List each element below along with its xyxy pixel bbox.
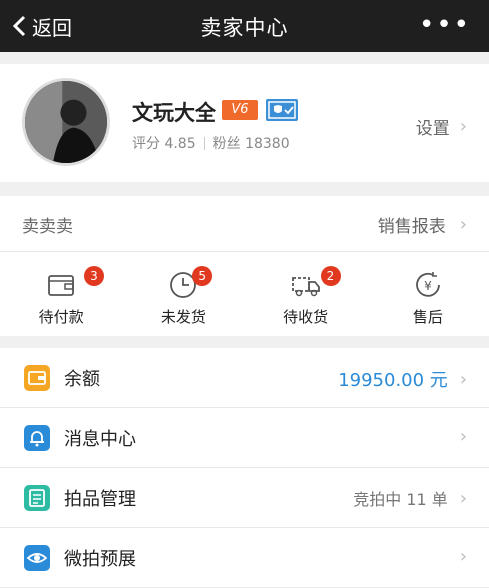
menu-label: 消息中心 xyxy=(64,429,136,450)
order-pending-payment[interactable]: 3 待付款 xyxy=(0,256,122,336)
balance-value-link[interactable]: 19950.00 元 › xyxy=(338,366,467,392)
count-badge: 3 xyxy=(84,266,104,286)
menu-list: 余额 19950.00 元 › 消息中心 › 拍品管理 竞拍中 11 单 › 微… xyxy=(0,348,489,588)
sales-report-label: 销售报表 xyxy=(377,217,446,237)
order-not-shipped[interactable]: 5 未发货 xyxy=(122,256,244,336)
eye-icon xyxy=(24,545,50,571)
settings-label: 设置 xyxy=(415,119,450,139)
count-badge: 2 xyxy=(320,266,341,286)
order-label: 售后 xyxy=(412,308,443,326)
chevron-right-icon: › xyxy=(459,214,467,235)
fans-text: 粉丝 18380 xyxy=(212,136,290,152)
avatar[interactable] xyxy=(22,78,110,166)
top-bar: 返回 卖家中心 ••• xyxy=(0,0,489,52)
wallet-icon xyxy=(24,365,50,391)
order-status-bar: 3 待付款 5 未发货 2 待收货 ¥ 售后 xyxy=(0,256,489,336)
chevron-right-icon: › xyxy=(459,116,467,137)
divider xyxy=(203,136,205,150)
truck-icon xyxy=(291,277,320,297)
order-awaiting-receipt[interactable]: 2 待收货 xyxy=(245,256,367,336)
order-label: 待付款 xyxy=(38,308,84,326)
menu-item-preview[interactable]: 微拍预展 › xyxy=(0,528,489,588)
shop-stats: 评分 4.85 粉丝 18380 xyxy=(132,133,290,153)
sell-label: 卖卖卖 xyxy=(22,217,73,237)
auction-status-link[interactable]: 竞拍中 11 单 › xyxy=(353,486,467,510)
settings-link[interactable]: 设置 › xyxy=(416,114,467,139)
order-after-sales[interactable]: ¥ 售后 xyxy=(367,256,489,336)
menu-item-lot-management[interactable]: 拍品管理 竞拍中 11 单 › xyxy=(0,468,489,528)
order-label: 待收货 xyxy=(283,308,329,326)
bell-icon xyxy=(24,425,50,451)
order-label: 未发货 xyxy=(160,308,206,326)
vip-badge: V6 xyxy=(222,100,258,120)
refund-yen-icon: ¥ xyxy=(416,272,440,297)
count-badge: 5 xyxy=(192,266,213,286)
menu-chevron[interactable]: › xyxy=(460,546,467,567)
profile-card[interactable]: 文玩大全 V6 评分 4.85 粉丝 18380 设置 › xyxy=(0,64,489,182)
menu-label: 拍品管理 xyxy=(64,489,136,510)
sales-row[interactable]: 卖卖卖 销售报表 › xyxy=(0,196,489,252)
auction-list-icon xyxy=(24,485,50,511)
sales-block: 卖卖卖 销售报表 › 3 待付款 5 未发货 2 待收货 ¥ 售后 xyxy=(0,196,489,336)
chevron-right-icon: › xyxy=(459,546,467,567)
chevron-right-icon: › xyxy=(459,487,467,509)
wallet-icon xyxy=(48,275,75,296)
menu-chevron[interactable]: › xyxy=(460,426,467,447)
rating-text: 评分 4.85 xyxy=(132,136,196,152)
auction-status: 竞拍中 11 单 xyxy=(353,490,448,509)
balance-value: 19950.00 元 xyxy=(338,370,448,391)
menu-label: 微拍预展 xyxy=(64,549,136,570)
menu-item-balance[interactable]: 余额 19950.00 元 › xyxy=(0,348,489,408)
chevron-right-icon: › xyxy=(459,426,467,447)
sales-report-link[interactable]: 销售报表 › xyxy=(378,212,467,237)
verified-shield-icon xyxy=(266,99,298,121)
page-title: 卖家中心 xyxy=(200,16,289,40)
menu-item-messages[interactable]: 消息中心 › xyxy=(0,408,489,468)
chevron-right-icon: › xyxy=(459,368,467,390)
more-options-icon[interactable]: ••• xyxy=(419,12,471,38)
menu-label: 余额 xyxy=(64,369,100,390)
svg-text:¥: ¥ xyxy=(424,279,432,293)
shop-name: 文玩大全 xyxy=(132,101,216,125)
